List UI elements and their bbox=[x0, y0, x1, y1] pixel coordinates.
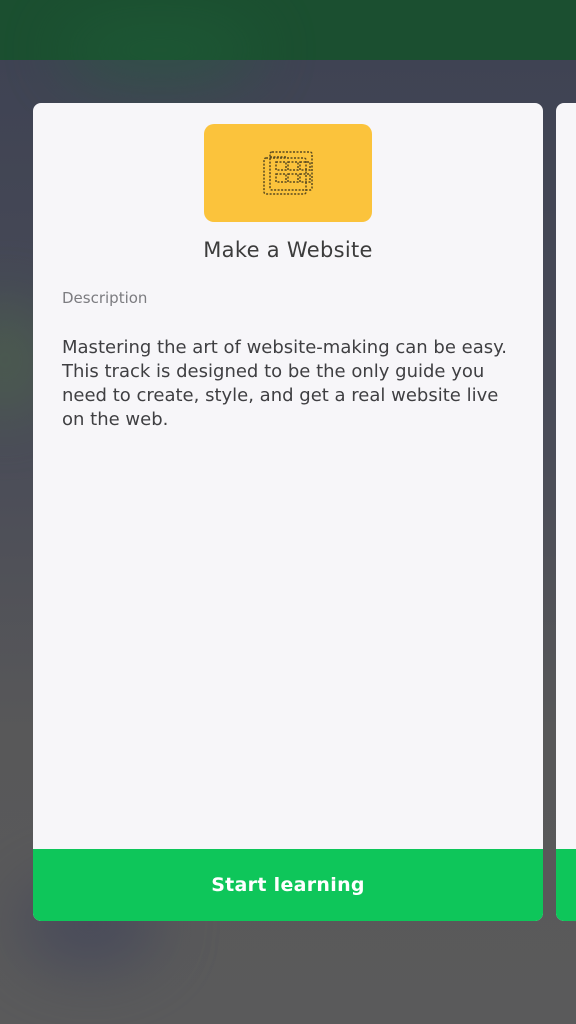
track-card: Make a Website Description Mastering the… bbox=[33, 103, 543, 921]
next-track-card-peek[interactable] bbox=[556, 103, 576, 921]
start-learning-button[interactable]: Start learning bbox=[33, 849, 543, 921]
track-hero-banner bbox=[204, 124, 372, 222]
track-title: Make a Website bbox=[203, 238, 373, 262]
next-card-cta bbox=[556, 849, 576, 921]
description-label: Description bbox=[62, 289, 148, 307]
track-description: Mastering the art of website-making can … bbox=[62, 337, 507, 430]
website-grid-icon bbox=[263, 151, 313, 195]
background-blob bbox=[60, 20, 260, 80]
